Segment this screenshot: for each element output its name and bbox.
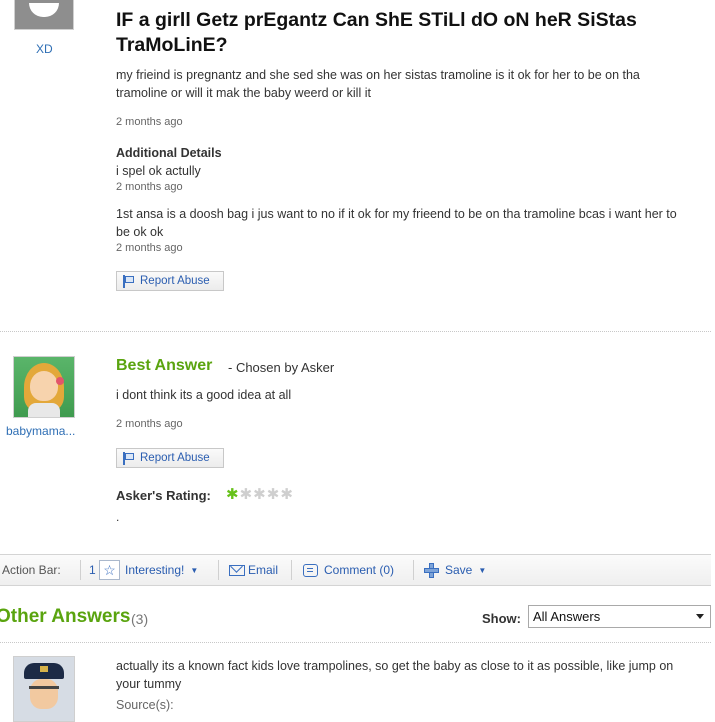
- source-label: Source(s):: [116, 698, 174, 712]
- star-empty-icon: ✱: [239, 486, 254, 503]
- action-bar: Action Bar: 1 ☆ Interesting! ▼ Email Com…: [0, 554, 711, 586]
- show-filter-select[interactable]: All Answers: [528, 605, 711, 628]
- star-filled-icon: ✱: [226, 486, 240, 503]
- divider: [413, 560, 414, 580]
- asker-rating-label: Asker's Rating:: [116, 488, 211, 503]
- best-answer-avatar[interactable]: [13, 356, 75, 418]
- flag-icon: [122, 274, 135, 288]
- additional-detail-text: i spel ok actully: [116, 164, 201, 178]
- question-timestamp: 2 months ago: [116, 116, 183, 128]
- report-abuse-button[interactable]: Report Abuse: [116, 448, 224, 468]
- additional-detail-timestamp: 2 months ago: [116, 242, 183, 254]
- additional-detail-text: 1st ansa is a doosh bag i jus want to no…: [116, 207, 677, 239]
- best-answer-body: i dont think its a good idea at all: [116, 388, 292, 402]
- star-empty-icon: ✱: [266, 486, 281, 503]
- plus-icon: [424, 562, 439, 578]
- envelope-icon: [229, 564, 245, 576]
- additional-details-heading: Additional Details: [116, 146, 222, 160]
- trailing-text: .: [116, 510, 120, 524]
- report-abuse-button[interactable]: Report Abuse: [116, 271, 224, 291]
- chosen-by-label: - Chosen by Asker: [228, 360, 335, 375]
- action-bar-label: Action Bar:: [2, 563, 61, 577]
- section-divider: [0, 642, 711, 643]
- asker-avatar[interactable]: [14, 0, 74, 30]
- interesting-count: 1: [89, 563, 96, 577]
- best-answer-username-link[interactable]: babymama...: [6, 424, 75, 438]
- show-filter-label: Show:: [482, 611, 521, 626]
- best-answer-heading: Best Answer: [116, 357, 213, 374]
- interesting-button[interactable]: Interesting! ▼: [125, 555, 198, 585]
- email-button[interactable]: Email: [229, 555, 278, 585]
- comment-label: Comment (0): [324, 563, 395, 577]
- question-body: my frieind is pregnantz and she sed she …: [116, 68, 640, 100]
- question-title: IF a girll Getz prEgantz Can ShE STiLl d…: [116, 9, 637, 56]
- report-abuse-label: Report Abuse: [140, 452, 210, 464]
- comment-icon: [303, 563, 318, 577]
- star-icon[interactable]: ☆: [99, 560, 120, 580]
- divider: [291, 560, 292, 580]
- show-filter-value: All Answers: [533, 609, 601, 624]
- save-label: Save: [445, 563, 473, 577]
- divider: [80, 560, 81, 580]
- answer-body: actually its a known fact kids love tram…: [116, 659, 674, 691]
- chevron-down-icon: ▼: [190, 565, 199, 575]
- interesting-label: Interesting!: [125, 563, 185, 577]
- divider: [218, 560, 219, 580]
- star-empty-icon: ✱: [280, 486, 294, 503]
- chevron-down-icon: ▼: [478, 565, 487, 575]
- email-label: Email: [248, 563, 279, 577]
- section-divider: [0, 331, 711, 332]
- star-empty-icon: ✱: [253, 486, 267, 503]
- flag-icon: [122, 451, 135, 465]
- additional-detail-timestamp: 2 months ago: [116, 181, 183, 193]
- other-answers-count: (3): [131, 611, 149, 627]
- comment-button[interactable]: Comment (0): [303, 555, 394, 585]
- chevron-down-icon: [696, 614, 704, 619]
- best-answer-timestamp: 2 months ago: [116, 418, 183, 430]
- other-answers-heading: Other Answers: [0, 606, 131, 627]
- asker-rating-stars: ✱✱✱✱✱: [226, 485, 294, 503]
- save-button[interactable]: Save ▼: [424, 555, 486, 585]
- answerer-avatar[interactable]: [13, 656, 75, 722]
- report-abuse-label: Report Abuse: [140, 275, 210, 287]
- asker-username-link[interactable]: XD: [36, 42, 53, 56]
